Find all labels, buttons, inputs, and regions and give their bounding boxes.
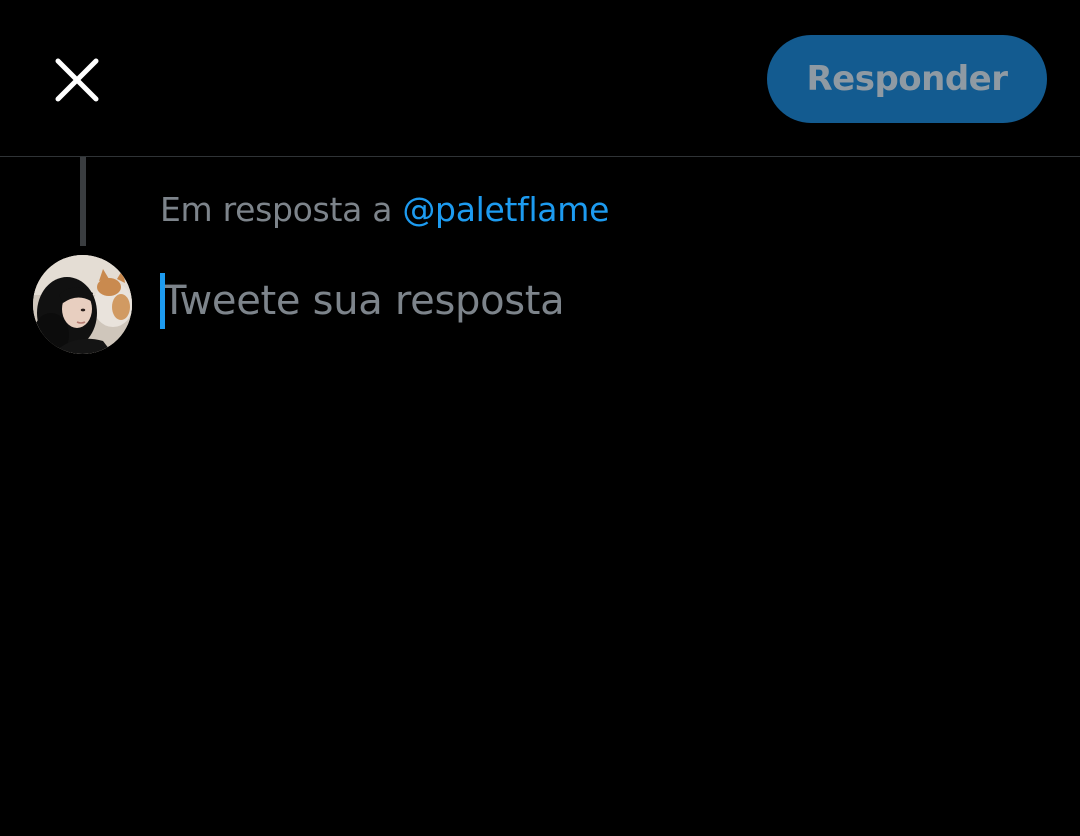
reply-mention-link[interactable]: @paletflame xyxy=(402,190,609,229)
text-cursor xyxy=(160,273,165,329)
thread-connector-line xyxy=(80,157,86,246)
header-divider xyxy=(0,156,1080,157)
reply-placeholder: Tweete sua resposta xyxy=(162,278,565,324)
reply-text-field[interactable]: Tweete sua resposta xyxy=(160,272,1040,332)
top-bar: Responder xyxy=(0,0,1080,156)
user-avatar-photo xyxy=(33,255,132,354)
close-icon xyxy=(55,58,99,102)
avatar[interactable] xyxy=(33,255,132,354)
close-button[interactable] xyxy=(44,47,110,113)
reply-compose-screen: Responder Em resposta a @paletflame Twee… xyxy=(0,0,1080,836)
reply-context: Em resposta a @paletflame xyxy=(160,190,609,238)
reply-context-prefix: Em resposta a xyxy=(160,190,393,229)
reply-button[interactable]: Responder xyxy=(767,35,1047,123)
